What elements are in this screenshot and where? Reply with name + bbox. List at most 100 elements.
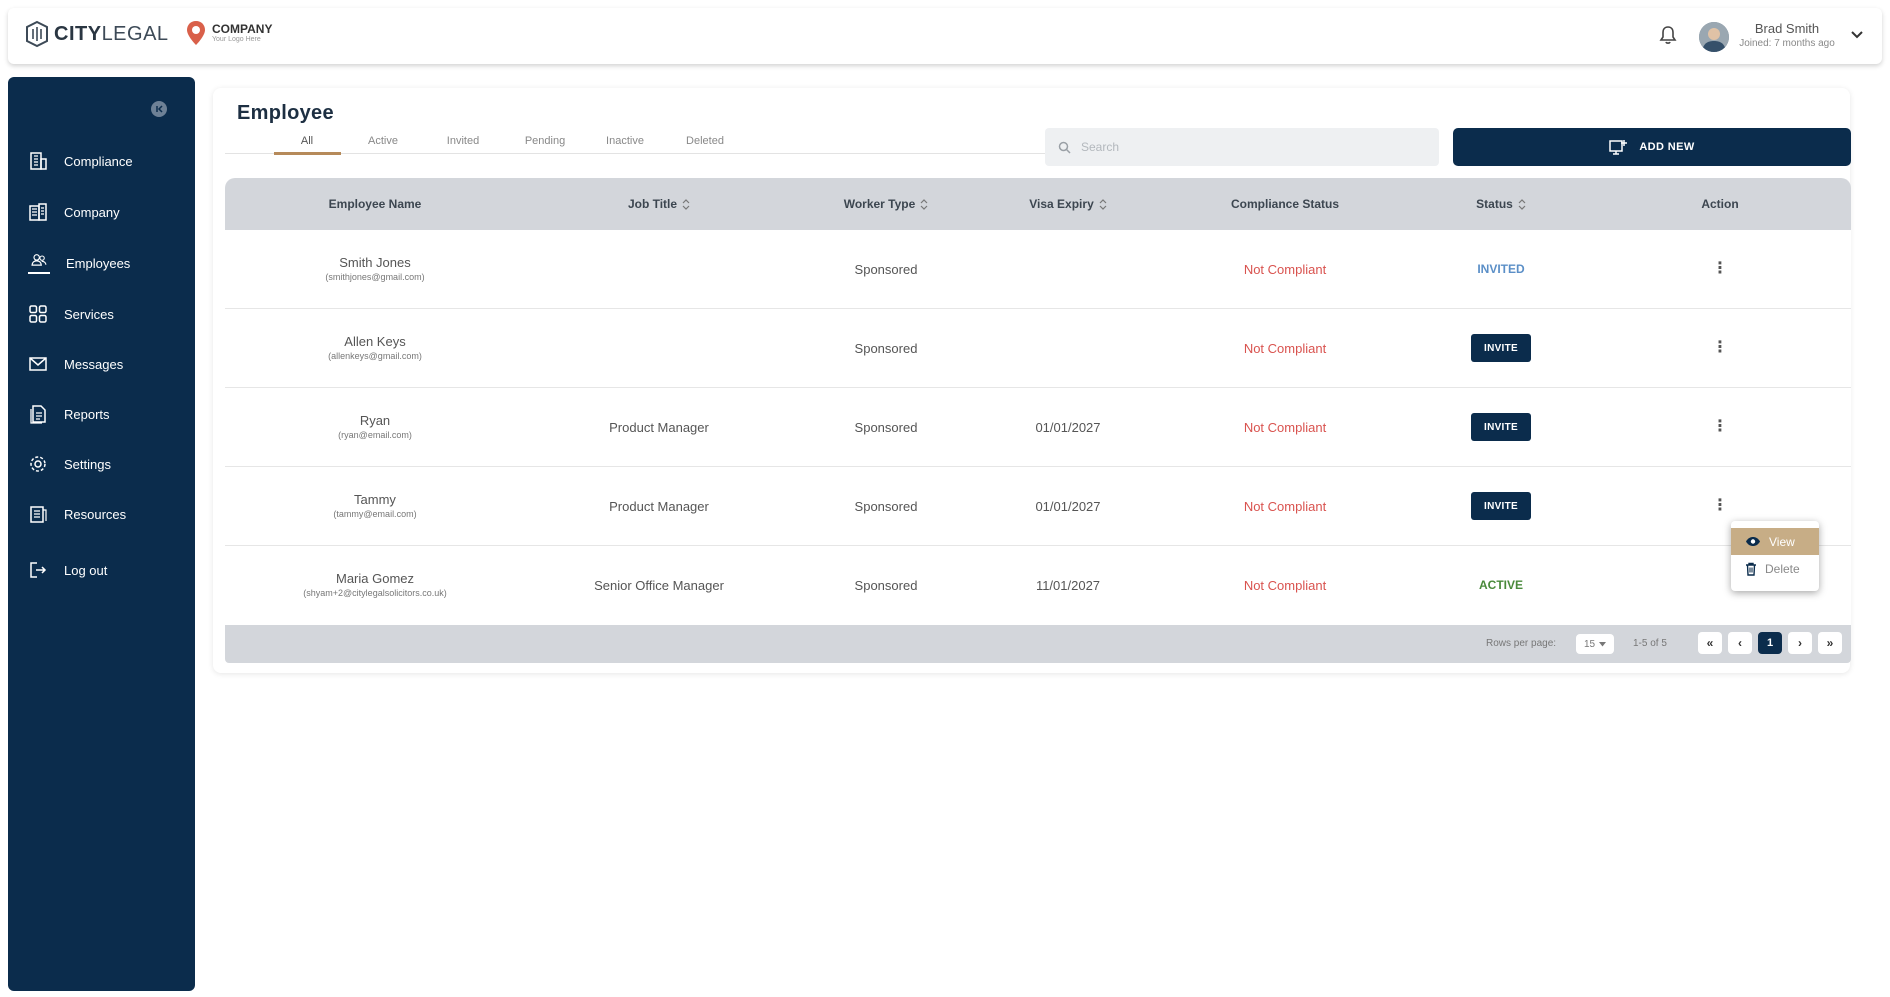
action-cell: ⋮	[1589, 388, 1851, 466]
more-actions-icon[interactable]: ⋮	[1712, 340, 1728, 356]
document-icon	[30, 405, 46, 424]
employee-email: (shyam+2@citylegalsolicitors.co.uk)	[303, 588, 447, 598]
building-icon	[30, 152, 47, 170]
worker-type-cell: Sponsored	[854, 261, 918, 277]
user-info[interactable]: Brad Smith Joined: 7 months ago	[1734, 21, 1840, 51]
visa-expiry-cell	[979, 230, 1157, 308]
sidebar-item-services[interactable]: Services	[28, 297, 178, 331]
employee-cell: Ryan (ryan@email.com)	[225, 388, 525, 466]
collapse-sidebar-button[interactable]	[151, 101, 167, 117]
brand-logo[interactable]: CITYLEGAL	[24, 20, 169, 48]
avatar[interactable]	[1699, 22, 1729, 52]
invite-button[interactable]: INVITE	[1471, 413, 1531, 441]
search-input[interactable]	[1045, 128, 1439, 166]
first-page-button[interactable]: «	[1698, 632, 1722, 654]
job-title-cell: Senior Office Manager	[594, 577, 724, 593]
search-icon	[1058, 141, 1071, 154]
sort-icon	[920, 198, 928, 210]
next-page-button[interactable]: ›	[1788, 632, 1812, 654]
status-cell: INVITE	[1413, 309, 1589, 387]
tab-inactive[interactable]: Inactive	[597, 135, 653, 147]
current-page-button[interactable]: 1	[1758, 632, 1782, 654]
employee-panel: Employee All Active Invited Pending Inac…	[213, 88, 1851, 673]
sidebar-item-logout[interactable]: Log out	[28, 553, 178, 587]
tab-pending[interactable]: Pending	[515, 135, 575, 147]
logout-icon	[30, 562, 47, 578]
employee-name[interactable]: Smith Jones	[339, 255, 411, 271]
sidebar-item-label: Log out	[64, 562, 108, 578]
job-title-cell: Product Manager	[609, 498, 709, 514]
more-actions-icon[interactable]: ⋮	[1712, 419, 1728, 435]
visa-expiry-cell	[979, 309, 1157, 387]
eye-icon	[1746, 537, 1760, 546]
sidebar-item-settings[interactable]: Settings	[28, 447, 178, 481]
employee-name[interactable]: Maria Gomez	[336, 571, 414, 587]
book-icon	[30, 506, 47, 523]
more-actions-icon[interactable]: ⋮	[1712, 261, 1728, 277]
sidebar-item-label: Services	[64, 306, 114, 322]
delete-menu-item[interactable]: Delete	[1731, 555, 1819, 582]
status-tabs: All Active Invited Pending Inactive Dele…	[225, 130, 1045, 155]
column-status[interactable]: Status	[1413, 178, 1589, 230]
invite-button[interactable]: INVITE	[1471, 334, 1531, 362]
sidebar: Compliance Company Employees Services Me…	[8, 77, 195, 991]
employee-email: (smithjones@gmail.com)	[325, 272, 425, 282]
compliance-status-cell: Not Compliant	[1243, 340, 1327, 356]
sort-icon	[682, 198, 690, 210]
employee-name[interactable]: Allen Keys	[344, 334, 405, 350]
brand-name: CITYLEGAL	[54, 22, 169, 45]
sidebar-item-compliance[interactable]: Compliance	[28, 144, 178, 178]
table-header: Employee Name Job Title Worker Type Visa…	[225, 178, 1851, 230]
company-sub: Your Logo Here	[212, 35, 261, 43]
employee-email: (allenkeys@gmail.com)	[328, 351, 422, 361]
column-visa-expiry[interactable]: Visa Expiry	[979, 178, 1157, 230]
status-cell: INVITED	[1413, 230, 1589, 308]
tab-invited[interactable]: Invited	[437, 135, 489, 147]
sidebar-item-messages[interactable]: Messages	[28, 347, 178, 381]
column-worker-type[interactable]: Worker Type	[793, 178, 979, 230]
sidebar-item-reports[interactable]: Reports	[28, 397, 178, 431]
employee-cell: Tammy (tammy@email.com)	[225, 467, 525, 545]
employee-name[interactable]: Ryan	[360, 413, 390, 429]
sidebar-item-label: Resources	[64, 506, 127, 522]
top-bar: CITYLEGAL COMPANY Your Logo Here Brad Sm…	[8, 8, 1882, 64]
tab-active[interactable]: Active	[357, 135, 409, 147]
avatar-icon	[1699, 22, 1729, 52]
user-name: Brad Smith	[1754, 21, 1820, 36]
prev-page-button[interactable]: ‹	[1728, 632, 1752, 654]
column-employee-name: Employee Name	[328, 197, 422, 211]
add-new-button[interactable]: ADD NEW	[1453, 128, 1851, 166]
double-chevron-left-icon	[156, 105, 163, 113]
tab-deleted[interactable]: Deleted	[677, 135, 733, 147]
column-job-title[interactable]: Job Title	[525, 178, 793, 230]
tab-all[interactable]: All	[281, 135, 333, 147]
invite-button[interactable]: INVITE	[1471, 492, 1531, 520]
status-cell: INVITE	[1413, 467, 1589, 545]
table-row: Ryan (ryan@email.com) Product Manager Sp…	[225, 388, 1851, 467]
last-page-button[interactable]: »	[1818, 632, 1842, 654]
rows-per-page-select[interactable]: 15	[1576, 634, 1614, 654]
sidebar-item-label: Compliance	[64, 153, 133, 169]
job-title-cell	[525, 309, 793, 387]
bell-icon[interactable]	[1659, 25, 1677, 45]
action-cell: ⋮	[1589, 309, 1851, 387]
worker-type-cell: Sponsored	[854, 340, 918, 356]
office-icon	[29, 203, 47, 221]
sidebar-item-label: Settings	[64, 456, 111, 472]
status-cell: INVITE	[1413, 388, 1589, 466]
more-actions-icon[interactable]: ⋮	[1712, 498, 1728, 514]
view-menu-item[interactable]: View	[1731, 528, 1819, 555]
company-logo: COMPANY Your Logo Here	[186, 20, 272, 46]
people-icon	[28, 254, 50, 274]
sidebar-item-resources[interactable]: Resources	[28, 497, 178, 531]
sidebar-item-company[interactable]: Company	[28, 195, 178, 229]
worker-type-cell: Sponsored	[854, 419, 918, 435]
job-title-cell: Product Manager	[609, 419, 709, 435]
sidebar-item-employees[interactable]: Employees	[28, 246, 178, 280]
chevron-down-icon[interactable]	[1850, 30, 1864, 40]
employee-name[interactable]: Tammy	[354, 492, 396, 508]
compliance-status-cell: Not Compliant	[1243, 419, 1327, 435]
worker-type-cell: Sponsored	[854, 577, 918, 593]
employee-email: (ryan@email.com)	[338, 430, 412, 440]
sidebar-item-label: Company	[64, 204, 120, 220]
